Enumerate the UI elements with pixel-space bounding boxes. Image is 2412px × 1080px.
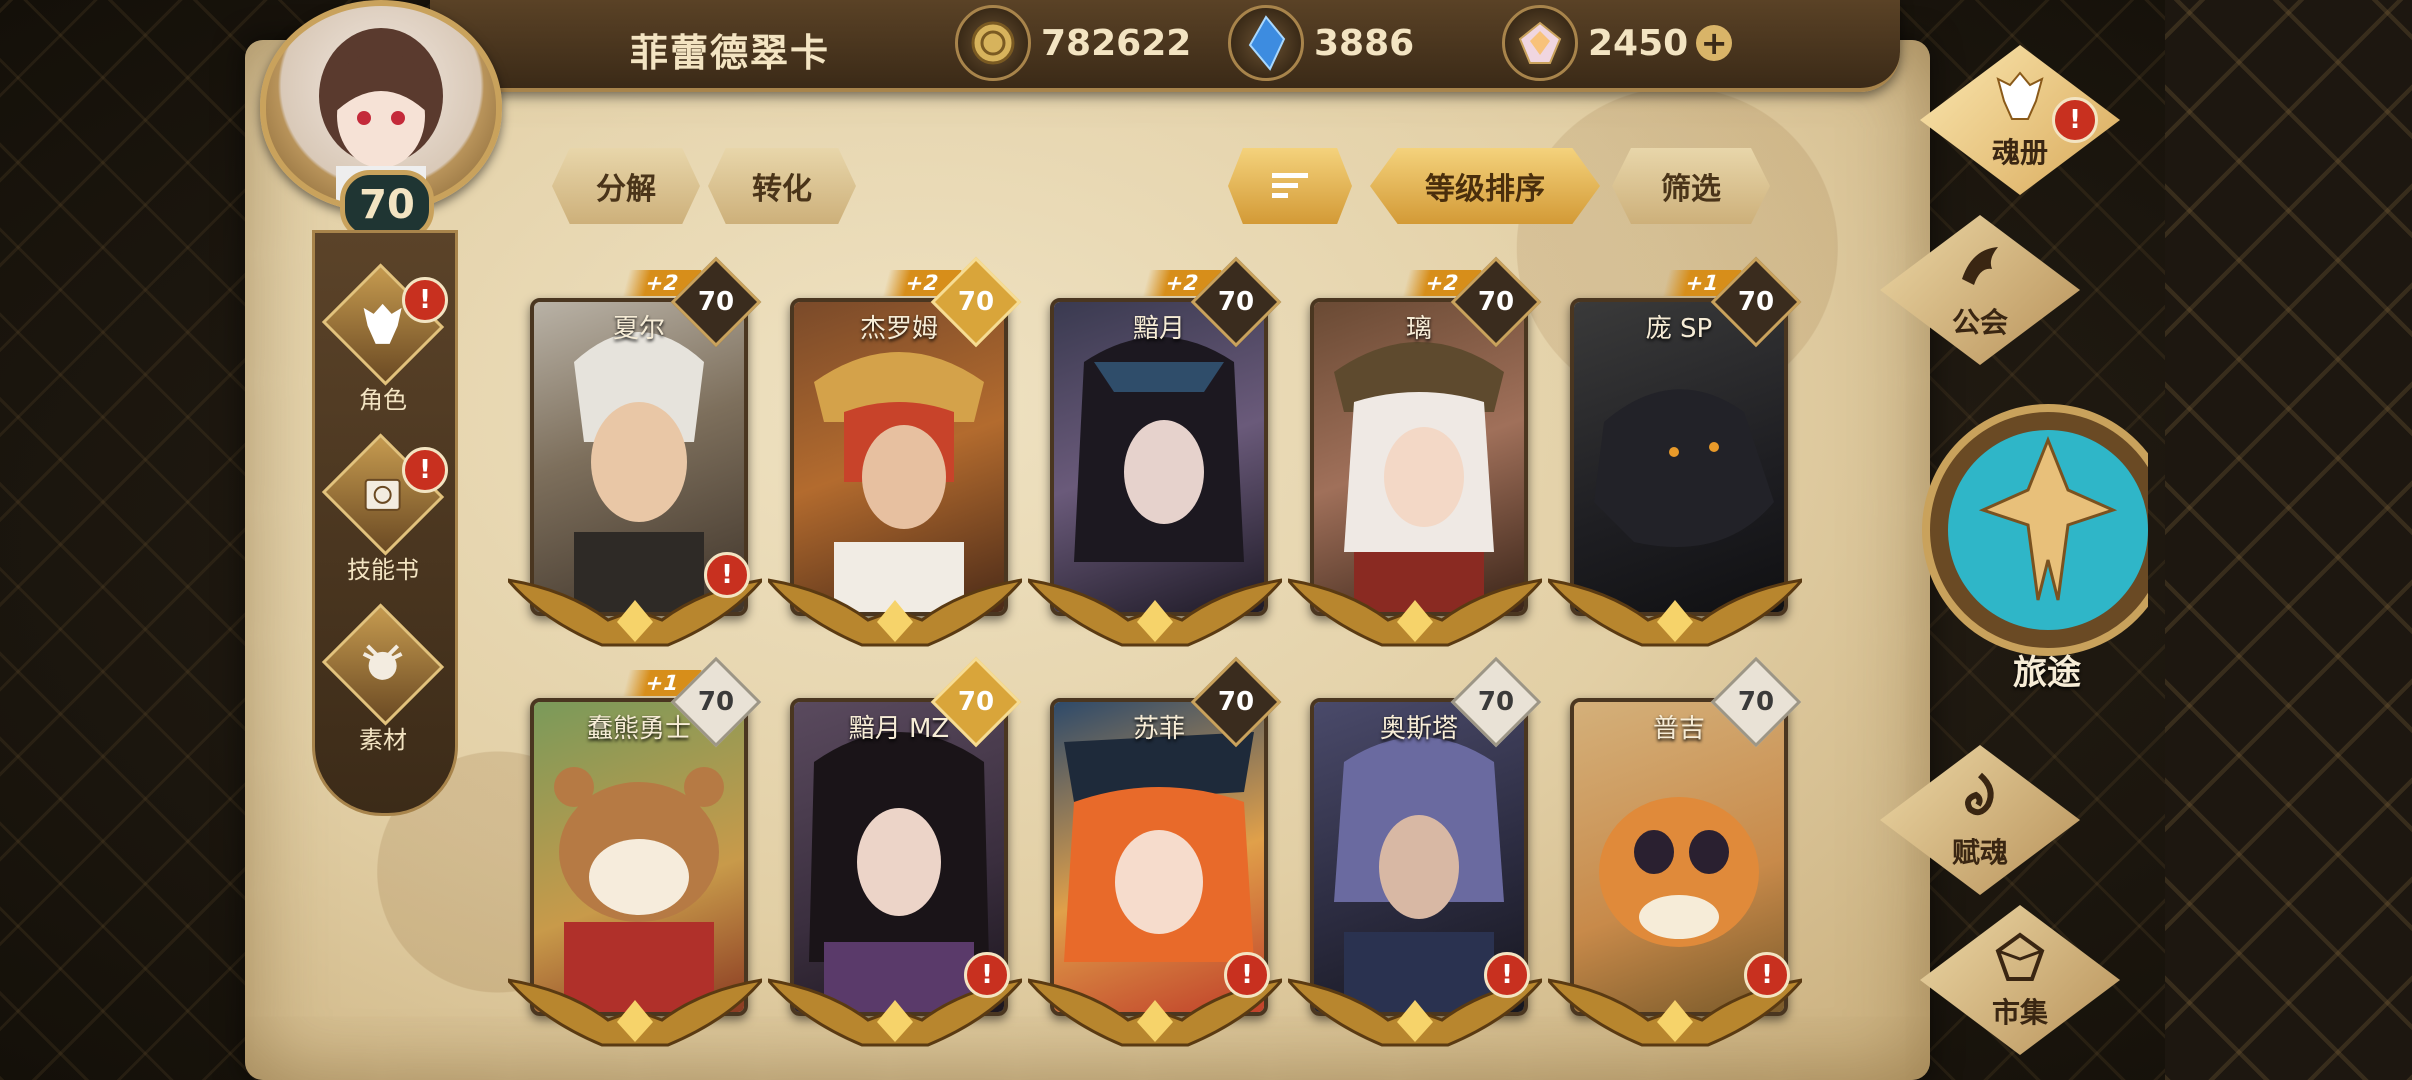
hero-card-2[interactable]: +2 70 杰罗姆	[768, 256, 1022, 660]
right-menu-soul-book[interactable]: 魂册 !	[1920, 45, 2120, 195]
right-menu-guild-label: 公会	[1951, 306, 2008, 339]
right-menu-journey[interactable]: 旅途	[1908, 360, 2174, 693]
hero-card-9[interactable]: 70 奥斯塔 !	[1288, 656, 1542, 1060]
rainbow-gem-icon	[1502, 5, 1578, 81]
hero-card-7[interactable]: 70 黯月 MZ !	[768, 656, 1022, 1060]
hero-card-5[interactable]: +1 70 庞 SP	[1548, 256, 1802, 660]
rank-wings-icon	[1288, 578, 1542, 647]
left-menu-skill-book-label: 技能书	[347, 556, 419, 584]
right-menu-journey-label: 旅途	[2013, 653, 2081, 693]
right-menu-market[interactable]: 市集	[1920, 905, 2120, 1055]
hero-card-1[interactable]: +2 70 夏尔 !	[508, 256, 762, 660]
soul-imbue-icon	[1965, 772, 1994, 816]
right-menu-soul-imbue[interactable]: 赋魂	[1880, 745, 2080, 895]
add-gem-button[interactable]: +	[1696, 25, 1733, 61]
hero-card-6[interactable]: +1 70 蠢熊勇士	[508, 656, 762, 1060]
rank-wings-icon	[1028, 578, 1282, 647]
hero-card-3[interactable]: +2 70 黯月	[1028, 256, 1282, 660]
left-menu-character-label: 角色	[359, 386, 407, 414]
left-menu-skill-book[interactable]: 技能书 !	[318, 433, 448, 585]
convert-button[interactable]: 转化	[708, 148, 856, 224]
rank-wings-icon	[508, 978, 762, 1047]
crystal-resource[interactable]: 3886	[1228, 5, 1415, 81]
journey-emblem-icon	[1922, 404, 2174, 656]
hero-alert-icon: !	[1744, 952, 1790, 998]
filter-button[interactable]: 筛选	[1612, 148, 1770, 224]
level-value: 70	[1477, 687, 1515, 717]
gem-value: 2450	[1588, 22, 1689, 64]
hero-alert-icon: !	[1224, 952, 1270, 998]
level-value: 70	[1217, 687, 1255, 717]
guild-icon	[1962, 247, 1998, 285]
soul-book-alert-icon: !	[2052, 97, 2098, 143]
left-menu-material[interactable]: 素材	[318, 603, 448, 755]
right-decor-strip	[2165, 0, 2412, 1080]
hero-alert-icon: !	[964, 952, 1010, 998]
left-menu-character[interactable]: 角色 !	[318, 263, 448, 415]
decompose-button[interactable]: 分解	[552, 148, 700, 224]
right-menu-soul-imbue-label: 赋魂	[1951, 836, 2008, 869]
market-gem-icon	[1995, 932, 2045, 981]
blue-crystal-icon	[1228, 5, 1304, 81]
crystal-value: 3886	[1314, 22, 1415, 64]
rank-wings-icon	[1548, 578, 1802, 647]
right-menu-market-label: 市集	[1991, 996, 2048, 1029]
sort-order-button[interactable]	[1228, 148, 1352, 224]
left-menu-material-label: 素材	[359, 726, 407, 754]
level-value: 70	[697, 287, 735, 317]
level-value: 70	[1477, 287, 1515, 317]
soul-book-icon	[1996, 71, 2044, 120]
player-name: 菲蕾德翠卡	[630, 31, 831, 75]
hero-card-10[interactable]: 70 普吉 !	[1548, 656, 1802, 1060]
right-menu-soul-book-label: 魂册	[1991, 136, 2048, 169]
level-value: 70	[697, 687, 735, 717]
level-value: 70	[1737, 687, 1775, 717]
hero-alert-icon: !	[704, 552, 750, 598]
right-menu-guild[interactable]: 公会	[1880, 215, 2080, 365]
skill-book-alert-icon: !	[402, 447, 448, 493]
gold-value: 782622	[1041, 22, 1192, 64]
sort-by-level-button[interactable]: 等级排序	[1370, 148, 1600, 224]
material-icon	[321, 603, 445, 726]
gold-resource[interactable]: 782622	[955, 5, 1192, 81]
hero-card-8[interactable]: 70 苏菲 !	[1028, 656, 1282, 1060]
level-value: 70	[957, 687, 995, 717]
level-value: 70	[1737, 287, 1775, 317]
gem-resource[interactable]: 2450 +	[1502, 5, 1733, 81]
gold-coin-icon	[955, 5, 1031, 81]
hero-alert-icon: !	[1484, 952, 1530, 998]
player-avatar[interactable]: 70	[248, 0, 518, 240]
rank-wings-icon	[768, 578, 1022, 647]
sort-icon	[1272, 173, 1308, 198]
hero-card-4[interactable]: +2 70 璃	[1288, 256, 1542, 660]
level-value: 70	[1217, 287, 1255, 317]
level-value: 70	[957, 287, 995, 317]
character-alert-icon: !	[402, 277, 448, 323]
